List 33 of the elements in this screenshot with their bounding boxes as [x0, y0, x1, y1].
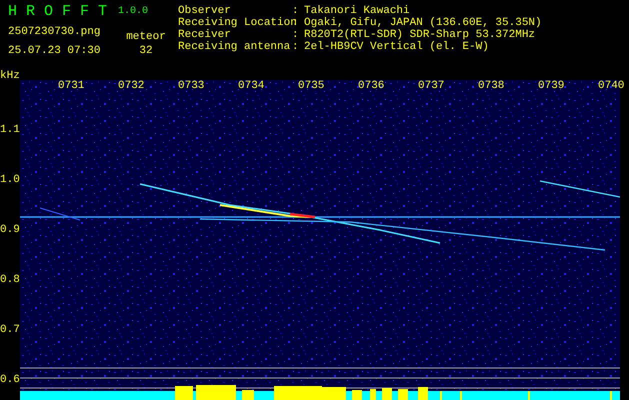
info-value: Ogaki, Gifu, JAPAN (136.60E, 35.35N) — [304, 17, 542, 29]
separator: : — [292, 5, 300, 17]
info-label: Observer — [178, 5, 232, 17]
info-label: Receiving antenna — [178, 41, 292, 53]
axis-unit: kHz — [0, 70, 20, 83]
time-label: 0739 — [538, 80, 564, 93]
axis-label: 0.8 — [0, 274, 20, 287]
time-label: 0740 — [598, 80, 624, 93]
time-label: 0733 — [178, 80, 204, 93]
separator: : — [292, 29, 300, 41]
meteor-count: 32 — [139, 44, 153, 58]
info-value: 2el-HB9CV Vertical (el. E-W) — [304, 41, 489, 53]
separator: : — [292, 41, 300, 53]
time-label: 0735 — [298, 80, 324, 93]
time-label: 0732 — [118, 80, 144, 93]
file-name: 2507230730.png — [8, 25, 102, 39]
date-time: 25.07.23 07:30 — [8, 44, 102, 58]
axis-label: 0.7 — [0, 324, 20, 337]
axis-label: 0.6 — [0, 374, 20, 387]
info-value: R820T2(RTL-SDR) SDR-Sharp 53.372MHz — [304, 29, 536, 41]
time-label: 0736 — [358, 80, 384, 93]
axis-label: 1.0 — [0, 174, 20, 187]
version-label: 1.0.0 — [118, 5, 148, 19]
meteor-label: meteor — [126, 30, 166, 44]
axis-label: 0.9 — [0, 224, 20, 237]
time-label: 0734 — [238, 80, 264, 93]
axis-label: 1.1 — [0, 124, 20, 137]
app-title: H R O F F T — [8, 3, 108, 21]
time-label: 0731 — [58, 80, 84, 93]
time-label: 0737 — [418, 80, 444, 93]
time-label: 0738 — [478, 80, 504, 93]
info-value: Takanori Kawachi — [304, 5, 410, 17]
info-label: Receiver — [178, 29, 232, 41]
